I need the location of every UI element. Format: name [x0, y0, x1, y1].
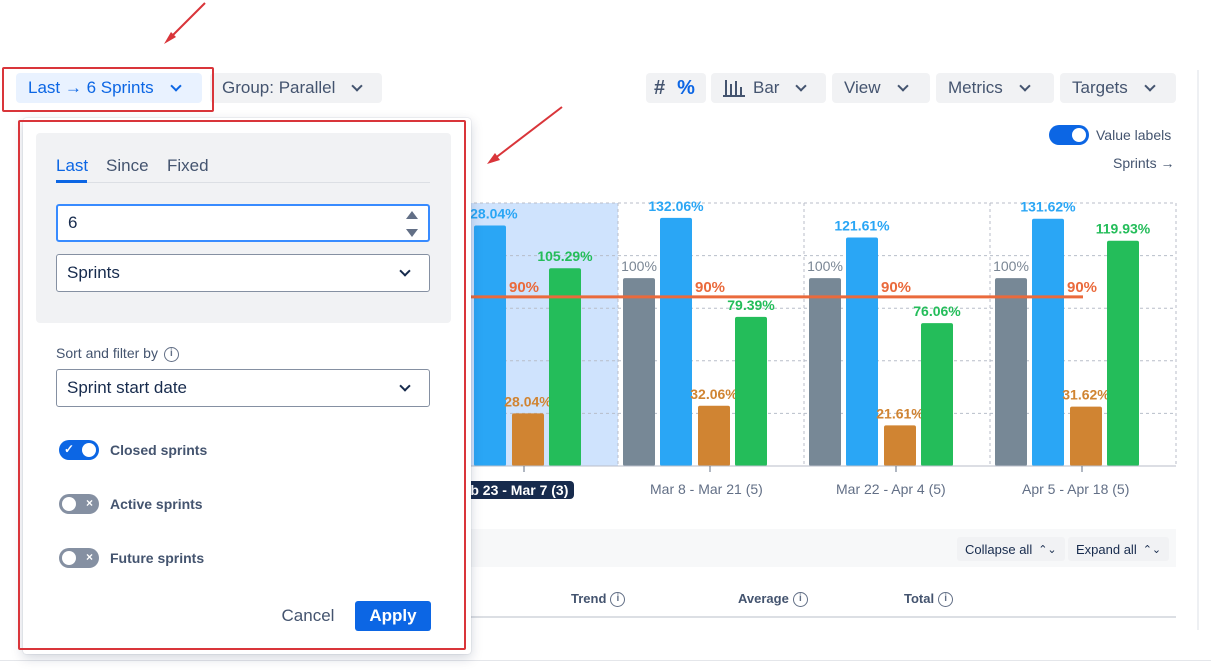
collapse-all-button[interactable]: Collapse all ⌃⌄ [957, 537, 1065, 561]
data-label: 100% [993, 258, 1029, 274]
panel-edge [1197, 70, 1199, 630]
column-average-label: Average [738, 591, 789, 606]
data-label: 131.62% [1020, 199, 1076, 215]
target-label: 90% [509, 279, 539, 296]
bar [1107, 240, 1139, 466]
data-label: 132.06% [648, 198, 704, 214]
data-label: 100% [807, 258, 843, 274]
data-label: 21.61% [876, 405, 924, 421]
highlight-box [18, 120, 466, 650]
table-divider [466, 616, 1176, 618]
bar [660, 217, 692, 466]
page-divider [0, 660, 1211, 661]
collapse-all-label: Collapse all [965, 541, 1033, 557]
collapse-icon: ⌃⌄ [1038, 543, 1057, 556]
data-label: 28.04% [504, 393, 552, 409]
highlight-box [2, 67, 214, 112]
bar [512, 413, 544, 466]
info-icon[interactable]: i [792, 592, 808, 608]
bar [1032, 218, 1064, 466]
column-average[interactable]: Average i [738, 591, 808, 608]
data-label: 79.39% [727, 297, 775, 313]
data-label: 105.29% [537, 248, 593, 264]
bar [846, 237, 878, 466]
bar [623, 278, 655, 466]
x-tick-label: Apr 5 - Apr 18 (5) [1022, 481, 1130, 497]
target-label: 90% [881, 279, 911, 296]
column-trend[interactable]: Trend i [571, 591, 626, 608]
column-trend-label: Trend [571, 591, 607, 606]
target-label: 90% [1067, 279, 1097, 296]
bar [698, 405, 730, 466]
bar [735, 316, 767, 466]
bar [474, 225, 506, 466]
expand-all-label: Expand all [1076, 541, 1137, 557]
data-label: 121.61% [834, 218, 890, 234]
data-label: 100% [621, 258, 657, 274]
data-label: 32.06% [690, 386, 738, 402]
expand-icon: ⌃⌄ [1142, 543, 1162, 556]
data-label: 31.62% [1062, 387, 1110, 403]
bar [809, 278, 841, 466]
column-total-label: Total [904, 591, 935, 606]
x-tick-label: Mar 8 - Mar 21 (5) [650, 481, 763, 497]
bar [1070, 406, 1102, 466]
data-label: 119.93% [1096, 221, 1151, 237]
target-label: 90% [695, 279, 725, 296]
bar [921, 323, 953, 466]
x-tick-label: Mar 22 - Apr 4 (5) [836, 481, 946, 497]
bar [884, 425, 916, 466]
bar [995, 278, 1027, 466]
info-icon[interactable]: i [938, 592, 954, 608]
expand-all-button[interactable]: Expand all ⌃⌄ [1068, 537, 1170, 561]
column-total[interactable]: Total i [904, 591, 954, 608]
info-icon[interactable]: i [610, 592, 626, 608]
data-label: 76.06% [913, 303, 961, 319]
